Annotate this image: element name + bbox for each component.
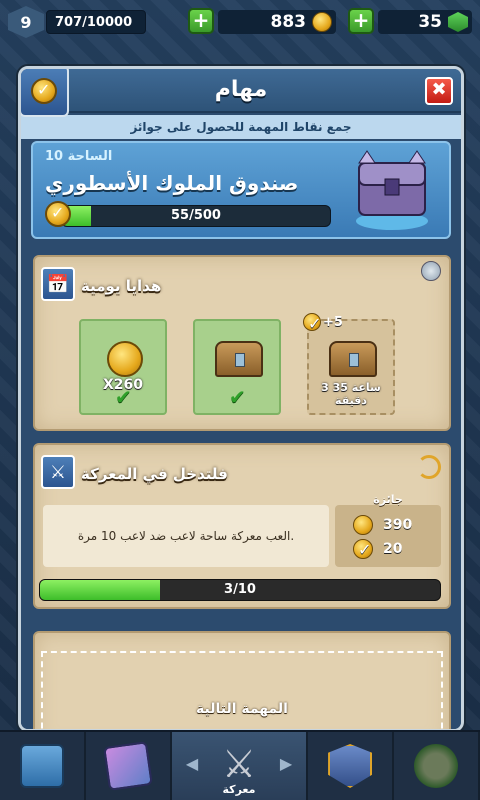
clan-shield-icon xyxy=(328,744,373,788)
wooden-chest-icon xyxy=(215,341,263,377)
chest-progress-bar: 55/500 xyxy=(61,205,331,227)
gift-tile-locked-chest[interactable]: +5 3 ساعة 35 دقيقة xyxy=(303,313,395,415)
mission-description: العب معركة ساحة لاعب ضد لاعب 10 مرة. xyxy=(43,505,329,567)
level-badge: 9 xyxy=(8,6,44,38)
quest-medal-icon xyxy=(303,313,321,333)
reward-gold-row: 390 xyxy=(353,515,412,535)
quest-medal-icon xyxy=(31,78,57,104)
chest-progress-text: 55/500 xyxy=(171,208,221,223)
wooden-chest-icon xyxy=(329,341,377,377)
reward-points-value: 20 xyxy=(383,541,403,557)
battle-mission-title: فلتدخل في المعركة xyxy=(81,465,228,483)
reward-label: جائزة xyxy=(373,493,403,506)
xp-bar: 707/10000 xyxy=(46,10,146,34)
refresh-icon[interactable] xyxy=(417,455,441,479)
modal-title: مهام xyxy=(214,77,268,102)
nav-shop[interactable] xyxy=(0,732,86,800)
next-mission-label: المهمة التالية xyxy=(196,701,288,717)
chest-name: صندوق الملوك الأسطوري xyxy=(45,171,299,195)
nav-battle-label: معركة xyxy=(222,783,256,796)
legendary-chest-panel[interactable]: الساحة 10 صندوق الملوك الأسطوري 55/500 xyxy=(31,141,451,239)
modal-header: مهام ✖ xyxy=(21,69,461,113)
next-mission-frame xyxy=(41,651,443,729)
quests-scroll-area[interactable]: 📅 هدايا يومية X260 ✔ ✔ +5 3 ساعة 35 دقيق… xyxy=(21,247,461,729)
bonus-points: +5 xyxy=(303,313,343,333)
check-icon: ✔ xyxy=(229,385,246,409)
daily-gifts-card: 📅 هدايا يومية X260 ✔ ✔ +5 3 ساعة 35 دقيق… xyxy=(33,255,451,431)
quests-badge xyxy=(21,69,69,117)
add-gold-button[interactable]: + xyxy=(188,8,214,34)
gem-icon xyxy=(448,12,468,32)
nav-clan[interactable] xyxy=(308,732,395,800)
quests-modal: مهام ✖ جمع نقاط المهمة للحصول على جوائز … xyxy=(18,66,464,732)
left-arrow-icon[interactable]: ◀ xyxy=(186,754,198,773)
add-gems-button[interactable]: + xyxy=(348,8,374,34)
quest-points-medal-icon xyxy=(45,201,71,227)
gold-bar: 883 xyxy=(218,10,336,34)
reward-box: جائزة 390 20 xyxy=(335,493,441,567)
gift-tile-gold[interactable]: X260 ✔ xyxy=(79,319,167,415)
reward-gold-value: 390 xyxy=(383,517,413,533)
crossed-swords-icon: ⚔ xyxy=(221,742,257,786)
mission-progress-bar: 3/10 xyxy=(39,579,441,601)
pin-icon xyxy=(421,261,441,281)
gift-timer: 3 ساعة 35 دقيقة xyxy=(321,381,381,407)
mission-progress-text: 3/10 xyxy=(224,582,256,597)
shop-icon xyxy=(19,744,64,788)
gems-bar: 35 xyxy=(378,10,472,34)
check-icon: ✔ xyxy=(115,385,132,409)
reward-points-row: 20 xyxy=(353,539,402,559)
quest-medal-icon xyxy=(353,539,373,559)
crossed-swords-icon: ⚔ xyxy=(41,455,75,489)
bottom-nav: ◀ ⚔ ▶ معركة xyxy=(0,730,480,800)
calendar-icon: 📅 xyxy=(41,267,75,301)
xp-value: 707/10000 xyxy=(55,14,133,30)
modal-subtitle: جمع نقاط المهمة للحصول على جوائز xyxy=(21,115,461,139)
next-mission-card: المهمة التالية xyxy=(33,631,451,729)
right-arrow-icon[interactable]: ▶ xyxy=(280,754,292,773)
nav-cards[interactable] xyxy=(86,732,172,800)
gems-value: 35 xyxy=(418,12,442,32)
gold-coin-icon xyxy=(312,12,332,32)
gold-value: 883 xyxy=(270,12,307,32)
top-bar: 9 707/10000 + 883 + 35 xyxy=(0,0,480,44)
level-value: 9 xyxy=(20,12,32,32)
daily-gifts-title: هدايا يومية xyxy=(81,277,162,295)
battle-mission-card: ⚔ فلتدخل في المعركة العب معركة ساحة لاعب… xyxy=(33,443,451,609)
gold-coin-icon xyxy=(353,515,373,535)
gift-tile-chest[interactable]: ✔ xyxy=(193,319,281,415)
gold-coin-icon xyxy=(107,341,143,377)
legendary-chest-icon xyxy=(356,150,428,230)
close-button[interactable]: ✖ xyxy=(425,77,453,105)
nav-tournaments[interactable] xyxy=(394,732,480,800)
bonus-points-value: +5 xyxy=(323,314,343,330)
cards-icon xyxy=(103,741,153,791)
nav-battle[interactable]: ◀ ⚔ ▶ معركة xyxy=(171,732,309,800)
laurel-sword-icon xyxy=(414,744,458,788)
